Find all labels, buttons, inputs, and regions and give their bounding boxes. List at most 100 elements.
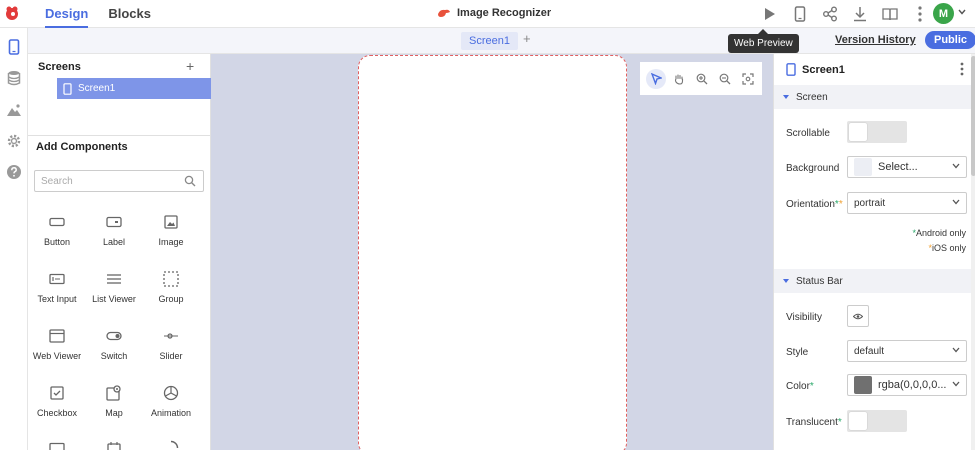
left-panel: Screens + Screen1 Add Components Button …: [28, 54, 211, 450]
phone-icon: [63, 82, 72, 95]
device-preview-button[interactable]: [785, 4, 815, 24]
visibility-toggle[interactable]: [847, 305, 869, 327]
chevron-down-icon[interactable]: [958, 9, 966, 15]
left-rail: [0, 28, 28, 450]
background-label: Background: [786, 163, 840, 174]
component-group[interactable]: Group: [142, 270, 200, 304]
component-map[interactable]: Map: [85, 384, 143, 418]
background-select[interactable]: Select...: [847, 156, 967, 178]
chevron-down-icon: [952, 347, 960, 353]
version-history-link[interactable]: Version History: [835, 34, 916, 46]
component-web-viewer[interactable]: Web Viewer: [28, 327, 86, 361]
gear-icon: [7, 134, 21, 148]
app-logo-icon[interactable]: [4, 5, 20, 21]
map-icon: [106, 385, 121, 401]
zoom-out-button[interactable]: [715, 69, 735, 89]
web-preview-button[interactable]: [755, 4, 785, 24]
spinner-icon: [170, 440, 179, 449]
component-partial[interactable]: [85, 439, 143, 450]
public-button[interactable]: Public: [925, 31, 975, 49]
checkbox-icon: [50, 386, 64, 400]
date-picker-icon: [107, 442, 121, 450]
user-avatar[interactable]: M: [933, 3, 954, 24]
rail-screens-button[interactable]: [5, 38, 23, 56]
more-menu-button[interactable]: [905, 4, 935, 24]
scrollbar-thumb[interactable]: [971, 56, 975, 176]
component-label: Map: [105, 408, 123, 418]
component-slider[interactable]: Slider: [142, 327, 200, 361]
component-animation[interactable]: Animation: [142, 384, 200, 418]
design-canvas[interactable]: [211, 54, 773, 450]
docs-button[interactable]: [875, 4, 905, 24]
tab-screen1[interactable]: Screen1: [461, 32, 518, 50]
component-label: Text Input: [37, 294, 77, 304]
tab-design[interactable]: Design: [45, 6, 89, 28]
mountain-icon: [7, 104, 21, 116]
select-tool-button[interactable]: [646, 68, 666, 89]
properties-scrollbar[interactable]: [971, 54, 975, 450]
scrollable-toggle[interactable]: [847, 121, 907, 143]
phone-icon: [8, 39, 20, 55]
phone-icon: [786, 63, 796, 76]
fit-icon: [742, 72, 754, 85]
component-list-viewer[interactable]: List Viewer: [85, 270, 143, 304]
background-value: Select...: [878, 161, 918, 173]
component-button[interactable]: Button: [28, 213, 86, 247]
component-checkbox[interactable]: Checkbox: [28, 384, 86, 418]
color-select[interactable]: rgba(0,0,0,0...: [847, 374, 967, 396]
add-screen-button[interactable]: +: [186, 58, 194, 74]
component-partial[interactable]: [142, 439, 200, 450]
rail-help-button[interactable]: [5, 163, 23, 181]
screen-section-header[interactable]: Screen: [774, 85, 971, 109]
animation-icon: [163, 385, 179, 401]
toggle-knob: [849, 412, 867, 430]
component-label: Web Viewer: [32, 351, 82, 361]
component-text-input[interactable]: Text Input: [28, 270, 86, 304]
download-button[interactable]: [845, 4, 875, 24]
share-button[interactable]: [815, 4, 845, 24]
properties-header: Screen1: [774, 54, 975, 85]
style-select[interactable]: default: [847, 340, 967, 362]
project-bird-icon: [438, 9, 450, 17]
zoom-in-button[interactable]: [692, 69, 712, 89]
android-note: *Android only: [912, 228, 966, 238]
orientation-select[interactable]: portrait: [847, 192, 967, 214]
status-bar-section-header[interactable]: Status Bar: [774, 269, 971, 293]
hand-icon: [674, 73, 684, 85]
tab-blocks[interactable]: Blocks: [108, 6, 151, 26]
web-preview-tooltip: Web Preview: [728, 29, 799, 53]
ios-note: *iOS only: [928, 243, 966, 253]
fit-screen-button[interactable]: [738, 69, 758, 89]
color-swatch: [854, 376, 872, 394]
switch-icon: [106, 331, 122, 341]
group-icon: [163, 271, 179, 287]
visibility-label: Visibility: [786, 312, 822, 323]
translucent-label: Translucent*: [786, 417, 842, 428]
project-title[interactable]: Image Recognizer: [437, 7, 551, 19]
component-label[interactable]: Label: [85, 213, 143, 247]
pan-tool-button[interactable]: [669, 69, 689, 89]
button-icon: [49, 217, 65, 227]
book-icon: [882, 8, 898, 21]
rail-settings-button[interactable]: [5, 132, 23, 150]
component-switch[interactable]: Switch: [85, 327, 143, 361]
chevron-down-icon: [952, 163, 960, 169]
screen-list-item[interactable]: Screen1: [57, 78, 211, 99]
orientation-label: Orientation**: [786, 199, 843, 210]
component-search-input[interactable]: [41, 171, 181, 191]
rail-data-button[interactable]: [5, 69, 23, 87]
component-partial[interactable]: [28, 439, 86, 450]
project-name: Image Recognizer: [457, 7, 552, 19]
add-screen-tab-button[interactable]: +: [523, 31, 531, 46]
translucent-toggle[interactable]: [847, 410, 907, 432]
color-label: Color*: [786, 381, 814, 392]
background-swatch: [854, 158, 872, 176]
rail-media-button[interactable]: [5, 101, 23, 119]
image-icon: [164, 215, 178, 229]
canvas-toolbar: [640, 62, 762, 95]
component-search[interactable]: [34, 170, 204, 192]
kebab-icon: [918, 6, 922, 22]
screen-preview[interactable]: [358, 55, 627, 450]
component-image[interactable]: Image: [142, 213, 200, 247]
kebab-icon[interactable]: [960, 62, 964, 76]
